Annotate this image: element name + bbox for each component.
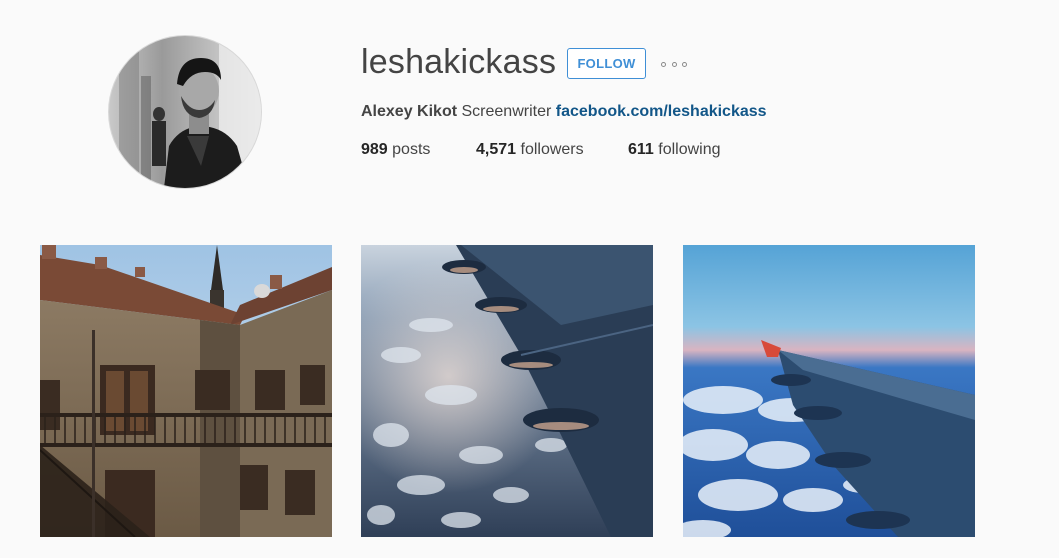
profile-bio: Alexey Kikot Screenwriter facebook.com/l… xyxy=(361,101,767,123)
dot-icon xyxy=(671,61,677,67)
dot-icon xyxy=(661,61,666,67)
posts-count: 989 xyxy=(361,141,388,158)
profile-page: leshakickass FOLLOW Alexey Kikot Screenw… xyxy=(0,0,1059,558)
courtyard-building-photo xyxy=(40,245,332,537)
followers-stat[interactable]: 4,571 followers xyxy=(476,139,584,161)
posts-stat: 989 posts xyxy=(361,139,430,161)
followers-count: 4,571 xyxy=(476,141,517,158)
post-tile[interactable] xyxy=(40,245,332,537)
followers-label: followers xyxy=(520,141,584,158)
airplane-wing-over-ice-photo xyxy=(361,245,653,537)
follow-button[interactable]: FOLLOW xyxy=(567,48,646,79)
following-stat[interactable]: 611 following xyxy=(628,139,721,161)
posts-label: posts xyxy=(392,141,431,158)
airplane-wing-over-clouds-photo xyxy=(683,245,975,537)
avatar-photo xyxy=(109,36,261,188)
full-name: Alexey Kikot xyxy=(361,103,458,120)
dot-icon xyxy=(682,61,687,67)
following-label: following xyxy=(658,141,721,158)
post-tile[interactable] xyxy=(683,245,975,537)
username: leshakickass xyxy=(361,43,557,81)
external-link[interactable]: facebook.com/leshakickass xyxy=(556,103,767,120)
bio-text: Screenwriter xyxy=(461,103,552,120)
avatar[interactable] xyxy=(108,35,262,189)
post-tile[interactable] xyxy=(361,245,653,537)
more-options-icon[interactable] xyxy=(661,58,687,70)
following-count: 611 xyxy=(628,141,654,158)
